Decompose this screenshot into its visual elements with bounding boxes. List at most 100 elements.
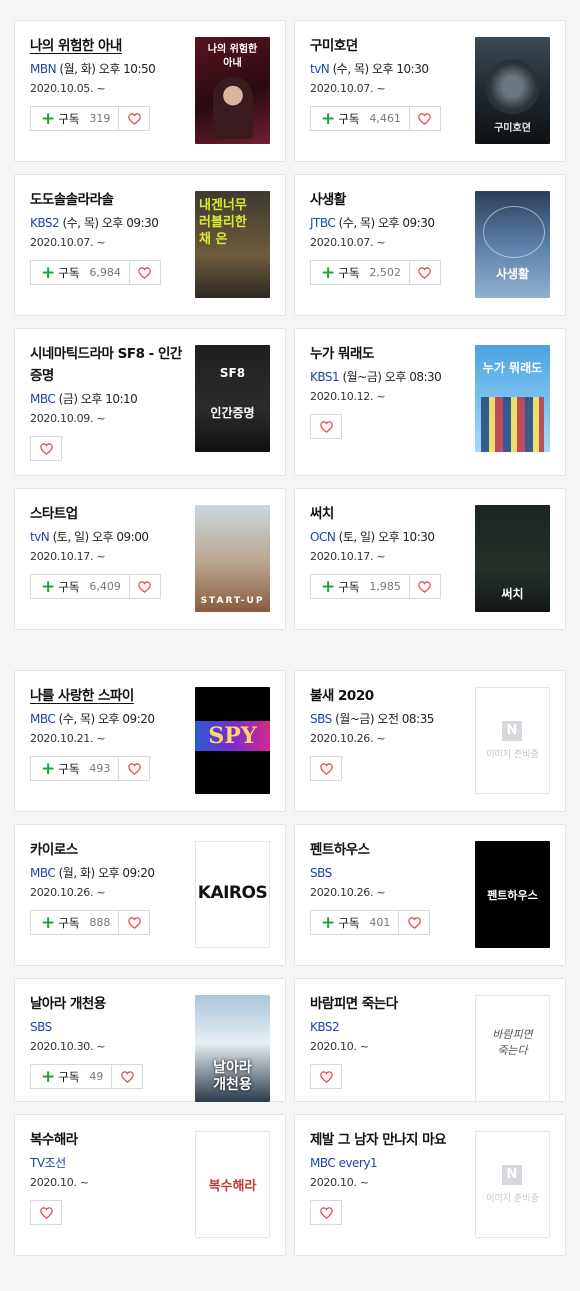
poster-image[interactable]: 바람피면 죽는다 [475, 995, 550, 1102]
channel-name[interactable]: tvN [30, 530, 50, 544]
subscribe-button[interactable]: + 구독 2,502 [310, 260, 409, 285]
drama-title[interactable]: 복수해라 [30, 1129, 185, 1151]
poster-image[interactable]: 내겐너무 러블리한 채 은 [195, 191, 270, 298]
heart-button[interactable] [408, 106, 441, 131]
heart-icon [138, 580, 152, 593]
poster-image[interactable]: SPY [195, 687, 270, 794]
subscribe-button[interactable]: + 구독 493 [30, 756, 119, 781]
drama-title[interactable]: 구미호뎐 [310, 35, 465, 57]
drama-title[interactable]: 펜트하우스 [310, 839, 465, 861]
drama-title[interactable]: 시네마틱드라마 SF8 - 인간증명 [30, 343, 185, 387]
heart-button[interactable] [118, 106, 151, 131]
subscribe-button[interactable]: + 구독 1,985 [310, 574, 409, 599]
channel-name[interactable]: MBC every1 [310, 1156, 378, 1170]
drama-title[interactable]: 제발 그 남자 만나지 마요 [310, 1129, 465, 1151]
poster-image[interactable]: 나의 위험한 아내 [195, 37, 270, 144]
air-date: 2020.10.07. ~ [310, 82, 386, 95]
subscriber-count: 888 [89, 916, 111, 929]
broadcast-schedule: (월~금) 오후 08:30 [342, 370, 442, 384]
subscriber-count: 319 [89, 112, 111, 125]
channel-name[interactable]: JTBC [310, 216, 336, 230]
channel-name[interactable]: MBC [30, 712, 56, 726]
heart-button[interactable] [118, 756, 151, 781]
air-date: 2020.10. ~ [310, 1176, 369, 1189]
drama-info: 써치 OCN (토, 일) 오후 10:30 2020.10.17. ~ + 구… [310, 503, 465, 599]
heart-button[interactable] [310, 1200, 342, 1225]
action-buttons: + 구독 888 [30, 910, 185, 935]
heart-button[interactable] [310, 414, 342, 439]
poster-image[interactable]: START-UP [195, 505, 270, 612]
broadcast-schedule: (수, 목) 오후 09:30 [338, 216, 435, 230]
plus-icon: + [41, 1066, 56, 1087]
channel-name[interactable]: KBS1 [310, 370, 340, 384]
heart-icon [128, 916, 141, 929]
poster-image[interactable]: 써치 [475, 505, 550, 612]
subscribe-button[interactable]: + 구독 49 [30, 1064, 112, 1089]
drama-card: 제발 그 남자 만나지 마요 MBC every1 2020.10. ~ N 이… [294, 1114, 566, 1256]
poster-title: KAIROS [197, 883, 268, 903]
channel-name[interactable]: TV조선 [30, 1156, 66, 1170]
broadcast-schedule: (수, 목) 오후 09:20 [58, 712, 155, 726]
poster-image[interactable]: 날아라 개천용 [195, 995, 270, 1102]
heart-button[interactable] [118, 910, 151, 935]
channel-name[interactable]: SBS [310, 712, 332, 726]
air-date: 2020.10.07. ~ [310, 236, 386, 249]
drama-title[interactable]: 사생활 [310, 189, 465, 211]
drama-title[interactable]: 도도솔솔라라솔 [30, 189, 185, 211]
subscribe-button[interactable]: + 구독 6,409 [30, 574, 129, 599]
channel-name[interactable]: MBC [30, 866, 56, 880]
drama-title[interactable]: 불새 2020 [310, 685, 465, 707]
poster-image[interactable]: 펜트하우스 [475, 841, 550, 948]
subscribe-button[interactable]: + 구독 4,461 [310, 106, 409, 131]
drama-title[interactable]: 누가 뭐래도 [310, 343, 465, 365]
channel-name[interactable]: SBS [310, 866, 332, 880]
heart-button[interactable] [310, 756, 342, 781]
heart-button[interactable] [398, 910, 431, 935]
channel-name[interactable]: KBS2 [30, 216, 60, 230]
subscribe-label: 구독 [58, 579, 80, 594]
drama-info: 누가 뭐래도 KBS1 (월~금) 오후 08:30 2020.10.12. ~ [310, 343, 465, 439]
drama-title[interactable]: 카이로스 [30, 839, 185, 861]
heart-button[interactable] [310, 1064, 342, 1089]
subscribe-label: 구독 [338, 579, 360, 594]
poster-image[interactable]: 누가 뭐래도 [475, 345, 550, 452]
subscribe-button[interactable]: + 구독 6,984 [30, 260, 129, 285]
channel-name[interactable]: KBS2 [310, 1020, 340, 1034]
poster-image[interactable]: 구미호뎐 [475, 37, 550, 144]
channel-name[interactable]: MBN [30, 62, 57, 76]
heart-button[interactable] [111, 1064, 144, 1089]
drama-title[interactable]: 나의 위험한 아내 [30, 35, 185, 57]
heart-button[interactable] [128, 260, 161, 285]
poster-image[interactable]: 사생활 [475, 191, 550, 298]
heart-button[interactable] [30, 436, 62, 461]
poster-image[interactable]: N 이미지 준비중 [475, 687, 550, 794]
poster-image[interactable]: 복수해라 [195, 1131, 270, 1238]
drama-card: 누가 뭐래도 KBS1 (월~금) 오후 08:30 2020.10.12. ~… [294, 328, 566, 476]
heart-button[interactable] [128, 574, 161, 599]
channel-name[interactable]: OCN [310, 530, 336, 544]
drama-title[interactable]: 써치 [310, 503, 465, 525]
action-buttons [30, 1200, 185, 1225]
heart-button[interactable] [408, 260, 441, 285]
poster-title: 누가 뭐래도 [482, 361, 543, 375]
drama-title[interactable]: 바람피면 죽는다 [310, 993, 465, 1015]
heart-button[interactable] [408, 574, 441, 599]
action-buttons [30, 436, 185, 461]
subscriber-count: 4,461 [369, 112, 401, 125]
drama-title[interactable]: 나를 사랑한 스파이 [30, 685, 185, 707]
heart-button[interactable] [30, 1200, 62, 1225]
channel-name[interactable]: tvN [310, 62, 330, 76]
drama-card: 사생활 JTBC (수, 목) 오후 09:30 2020.10.07. ~ +… [294, 174, 566, 316]
action-buttons: + 구독 6,409 [30, 574, 185, 599]
drama-title[interactable]: 스타트업 [30, 503, 185, 525]
poster-image[interactable]: KAIROS [195, 841, 270, 948]
channel-name[interactable]: MBC [30, 392, 56, 406]
drama-title[interactable]: 날아라 개천용 [30, 993, 185, 1015]
subscribe-button[interactable]: + 구독 319 [30, 106, 119, 131]
poster-image[interactable]: SF8 인간증명 [195, 345, 270, 452]
poster-image[interactable]: N 이미지 준비중 [475, 1131, 550, 1238]
subscribe-button[interactable]: + 구독 888 [30, 910, 119, 935]
channel-line: MBC (금) 오후 10:10 [30, 390, 185, 408]
channel-name[interactable]: SBS [30, 1020, 52, 1034]
subscribe-button[interactable]: + 구독 401 [310, 910, 399, 935]
